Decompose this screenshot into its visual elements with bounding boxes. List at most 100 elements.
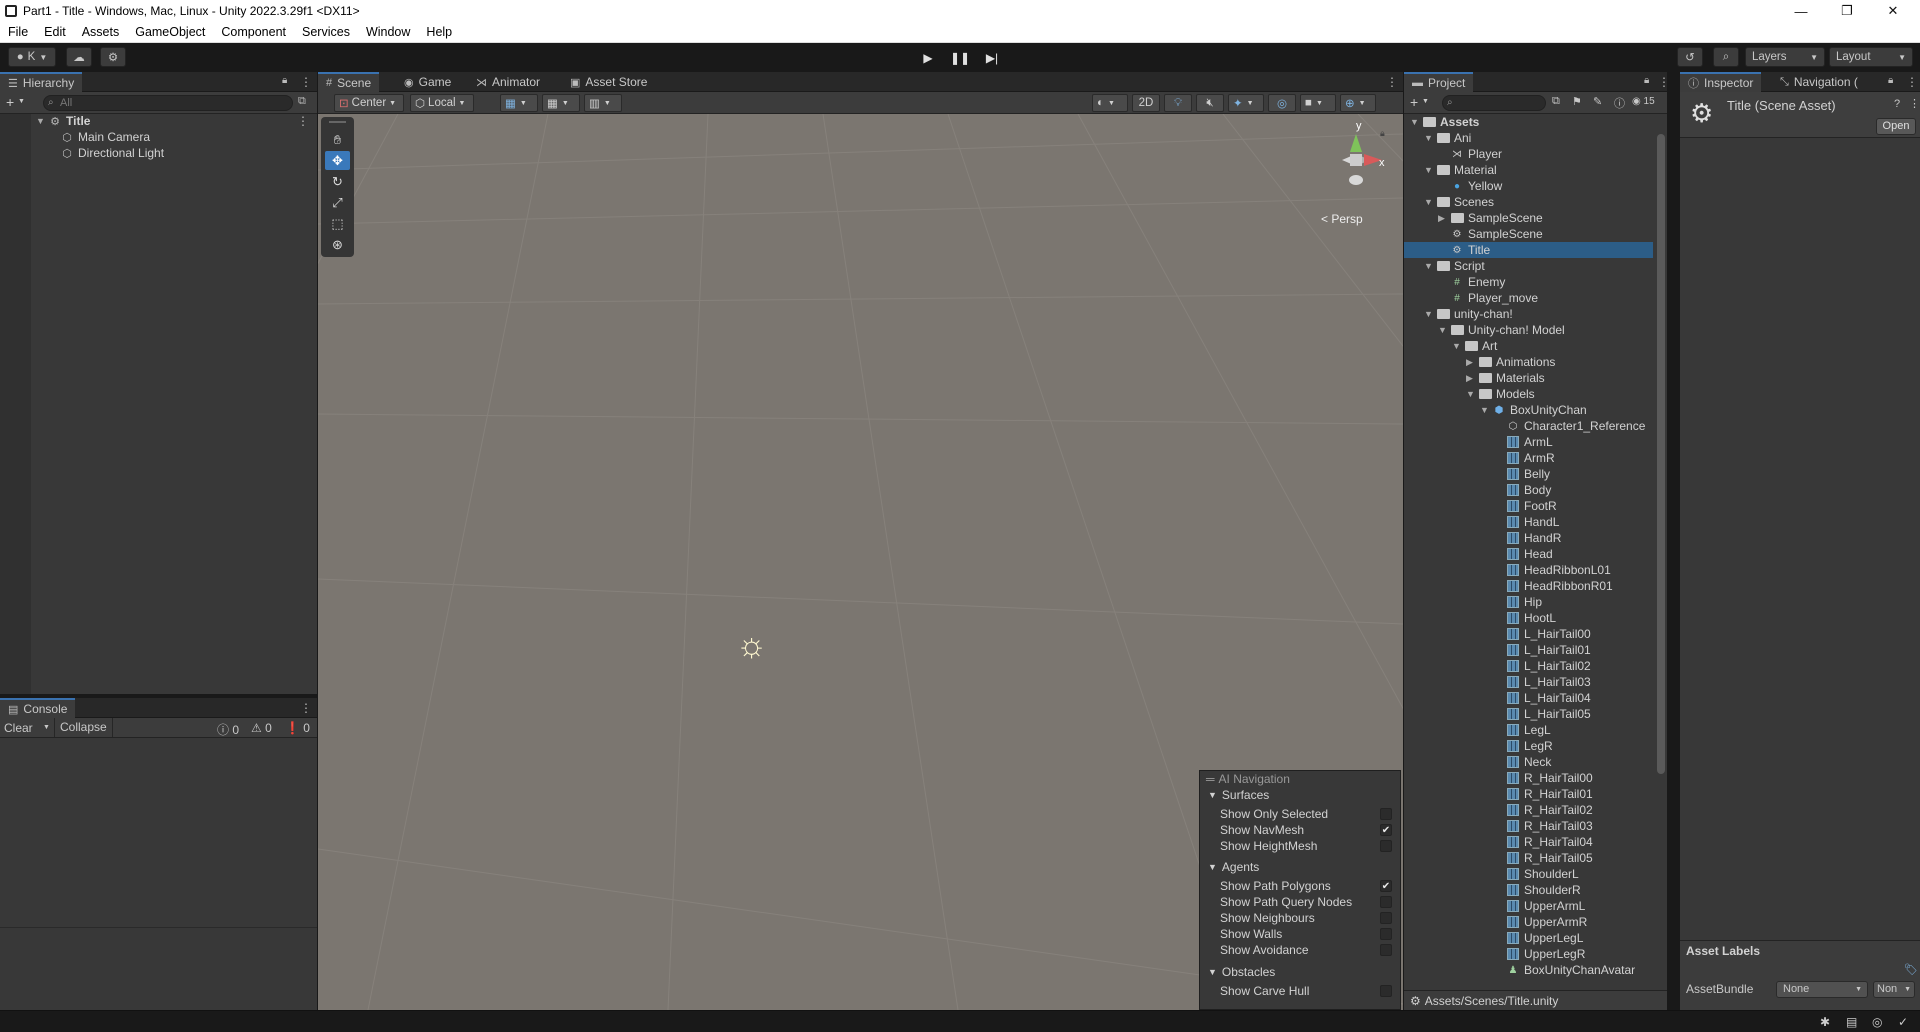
hierarchy-item[interactable]: ⬡ Directional Light [60, 145, 164, 161]
lock-icon[interactable]: 🔒︎ [1644, 75, 1649, 86]
checkbox[interactable] [1380, 985, 1392, 997]
layout-dropdown[interactable]: Layout ▼ [1829, 47, 1913, 67]
play-button[interactable]: ▶ [915, 49, 941, 67]
add-icon[interactable]: + [6, 94, 14, 110]
expand-arrow-icon[interactable]: ▼ [1424, 165, 1436, 175]
add-icon[interactable]: + [1410, 94, 1418, 110]
close-window-button[interactable]: ✕ [1870, 0, 1916, 22]
gizmo-lock-icon[interactable]: 🔒︎ [1380, 128, 1385, 139]
project-item[interactable]: UpperLegL [1404, 930, 1653, 946]
rect-tool-button[interactable]: ⬚ [325, 214, 350, 233]
project-item[interactable]: ▼ Material [1404, 162, 1653, 178]
chevron-down-icon[interactable]: ▼ [43, 724, 50, 731]
expand-arrow-icon[interactable]: ▼ [1438, 325, 1450, 335]
project-item[interactable]: ▼ ⬢ BoxUnityChan [1404, 402, 1653, 418]
project-item[interactable]: ArmL [1404, 434, 1653, 450]
layers-dropdown[interactable]: Layers ▼ [1745, 47, 1825, 67]
cloud-button[interactable]: ☁ [66, 47, 92, 67]
project-item[interactable]: Body [1404, 482, 1653, 498]
grid-snap-button[interactable]: ▦ ▼ [500, 94, 538, 112]
expand-arrow-icon[interactable]: ▼ [1480, 405, 1492, 415]
project-item[interactable]: FootR [1404, 498, 1653, 514]
project-item[interactable]: R_HairTail05 [1404, 850, 1653, 866]
hierarchy-scene-row[interactable]: ▼ ⚙ Title ⋮ [36, 113, 317, 129]
option-show-heightmesh[interactable]: Show HeightMesh [1200, 838, 1400, 854]
menu-assets[interactable]: Assets [74, 25, 128, 39]
option-show-only-selected[interactable]: Show Only Selected [1200, 806, 1400, 822]
project-item[interactable]: Neck [1404, 754, 1653, 770]
minimize-button[interactable]: — [1778, 0, 1824, 22]
project-item[interactable]: LegL [1404, 722, 1653, 738]
project-item[interactable]: L_HairTail05 [1404, 706, 1653, 722]
menu-component[interactable]: Component [213, 25, 294, 39]
project-item[interactable]: ▼ Assets [1404, 114, 1653, 130]
hierarchy-item[interactable]: ⬡ Main Camera [60, 129, 150, 145]
tab-animator[interactable]: ⋊ Animator [468, 72, 548, 92]
pause-button[interactable]: ❚❚ [947, 49, 973, 67]
step-button[interactable]: ▶| [979, 49, 1005, 67]
expand-arrow-icon[interactable]: ▼ [1424, 309, 1436, 319]
drag-handle[interactable] [329, 121, 346, 123]
help-icon[interactable]: ? [1894, 98, 1900, 110]
rotate-tool-button[interactable]: ↻ [325, 172, 350, 191]
project-item[interactable]: R_HairTail01 [1404, 786, 1653, 802]
error-toggle[interactable]: ❗ 0 [285, 721, 310, 735]
project-scrollbar[interactable] [1657, 134, 1665, 774]
console-detail-divider[interactable] [0, 927, 317, 928]
menu-window[interactable]: Window [358, 25, 418, 39]
gizmos-button[interactable]: ⊕ ▼ [1340, 94, 1376, 112]
option-show-path-query-nodes[interactable]: Show Path Query Nodes [1200, 894, 1400, 910]
effects-toggle[interactable]: ✦ ▼ [1228, 94, 1264, 112]
project-item[interactable]: ♟ BoxUnityChanAvatar [1404, 962, 1653, 978]
project-item[interactable]: ⚙ Title [1404, 242, 1653, 258]
project-item[interactable]: ▶ SampleScene [1404, 210, 1653, 226]
project-item[interactable]: Head [1404, 546, 1653, 562]
snap-increment-button[interactable]: ▥ ▼ [584, 94, 622, 112]
move-tool-button[interactable]: ✥ [325, 151, 350, 170]
project-item[interactable]: ▼ Scenes [1404, 194, 1653, 210]
project-item[interactable]: HeadRibbonR01 [1404, 578, 1653, 594]
more-options-icon[interactable]: ⋮ [300, 75, 312, 89]
project-item[interactable]: R_HairTail00 [1404, 770, 1653, 786]
more-options-icon[interactable]: ⋮ [297, 114, 309, 128]
tab-scene[interactable]: # Scene [318, 72, 380, 92]
hidden-packages-toggle[interactable]: ◉ 15 [1632, 96, 1655, 107]
more-options-icon[interactable]: ⋮ [1909, 97, 1920, 110]
project-item[interactable]: Hip [1404, 594, 1653, 610]
asset-bundle-dropdown[interactable]: None ▼ [1776, 981, 1868, 998]
expand-arrow-icon[interactable]: ▼ [1466, 389, 1478, 399]
scene-visibility-icon[interactable]: ⧉ [298, 95, 306, 108]
project-item[interactable]: L_HairTail00 [1404, 626, 1653, 642]
search-by-label-icon[interactable]: ⚑ [1572, 95, 1582, 108]
project-item[interactable]: ShoulderR [1404, 882, 1653, 898]
project-item[interactable]: ▼ Models [1404, 386, 1653, 402]
project-item[interactable]: ▼ Ani [1404, 130, 1653, 146]
expand-arrow-icon[interactable]: ▼ [1424, 197, 1436, 207]
maximize-button[interactable]: ❐ [1824, 0, 1870, 22]
clear-button[interactable]: Clear [4, 721, 33, 735]
more-options-icon[interactable]: ⋮ [300, 701, 312, 715]
section-obstacles[interactable]: ▼ Obstacles [1200, 964, 1400, 980]
expand-arrow-icon[interactable]: ▼ [1424, 261, 1436, 271]
chevron-down-icon[interactable]: ▼ [18, 98, 25, 105]
lock-icon[interactable]: 🔒︎ [1888, 75, 1893, 86]
project-item[interactable]: R_HairTail03 [1404, 818, 1653, 834]
tab-console[interactable]: ▤ Console [0, 698, 76, 718]
progress-icon[interactable]: ◎ [1872, 1015, 1882, 1029]
project-item[interactable]: HeadRibbonL01 [1404, 562, 1653, 578]
open-button[interactable]: Open [1876, 118, 1916, 135]
expand-arrow-icon[interactable]: ▶ [1438, 213, 1450, 224]
directional-light-gizmo-icon[interactable]: ☼ [736, 626, 767, 665]
tab-inspector[interactable]: ⓘ Inspector [1680, 72, 1762, 92]
menu-services[interactable]: Services [294, 25, 358, 39]
expand-arrow-icon[interactable]: ▼ [36, 116, 48, 126]
project-item[interactable]: L_HairTail01 [1404, 642, 1653, 658]
info-toggle[interactable]: ⓘ 0 [217, 721, 239, 738]
project-item[interactable]: Belly [1404, 466, 1653, 482]
more-options-icon[interactable]: ⋮ [1658, 75, 1670, 89]
tag-icon[interactable]: ✎ [1593, 95, 1602, 108]
option-show-path-polygons[interactable]: Show Path Polygons ✔ [1200, 878, 1400, 894]
option-show-navmesh[interactable]: Show NavMesh ✔ [1200, 822, 1400, 838]
checkbox[interactable] [1380, 944, 1392, 956]
checkbox[interactable] [1380, 808, 1392, 820]
